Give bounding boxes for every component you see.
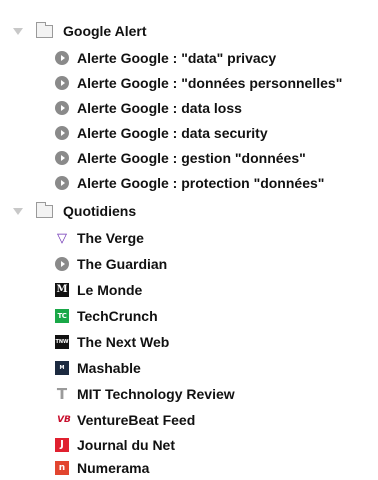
folder-label: Google Alert (63, 23, 147, 39)
journal-du-net-icon: J (55, 438, 69, 452)
feed-item[interactable]: M Mashable (55, 356, 141, 380)
feed-item[interactable]: T MIT Technology Review (55, 382, 235, 406)
feed-item[interactable]: Alerte Google : data security (55, 121, 268, 145)
feed-generic-icon (55, 126, 69, 140)
the-verge-icon: ▽ (57, 230, 67, 246)
folder-icon (36, 21, 53, 38)
feed-label: Alerte Google : "données personnelles" (77, 75, 343, 91)
feed-item[interactable]: The Guardian (55, 252, 167, 276)
feed-generic-icon (55, 257, 69, 271)
feed-item[interactable]: ▽ The Verge (55, 226, 144, 250)
expand-triangle-icon[interactable] (13, 27, 23, 35)
folder-quotidiens[interactable]: Quotidiens (0, 199, 136, 223)
feed-generic-icon (55, 151, 69, 165)
feed-item[interactable]: Alerte Google : "data" privacy (55, 46, 276, 70)
feed-generic-icon (55, 76, 69, 90)
feed-label: Alerte Google : "data" privacy (77, 50, 277, 66)
venturebeat-icon: VB (57, 414, 71, 425)
feed-item[interactable]: M Le Monde (55, 278, 142, 302)
the-next-web-icon: TNW (55, 335, 69, 349)
feed-item[interactable]: Alerte Google : protection "données" (55, 171, 324, 195)
feed-label: MIT Technology Review (77, 386, 235, 402)
feed-generic-icon (55, 101, 69, 115)
feed-item[interactable]: TNW The Next Web (55, 330, 169, 354)
feed-label: TechCrunch (77, 308, 158, 324)
feed-item[interactable]: n Numerama (55, 456, 149, 480)
feed-label: Alerte Google : data security (77, 125, 268, 141)
feed-label: Alerte Google : protection "données" (77, 175, 325, 191)
feed-label: The Verge (77, 230, 144, 246)
le-monde-icon: M (55, 283, 69, 297)
feed-label: Le Monde (77, 282, 143, 298)
expand-triangle-icon[interactable] (13, 207, 23, 215)
feed-label: Alerte Google : gestion "données" (77, 150, 306, 166)
folder-label: Quotidiens (63, 203, 137, 219)
feed-label: Journal du Net (77, 437, 176, 453)
feed-label: Numerama (77, 460, 150, 476)
feed-label: The Next Web (77, 334, 170, 350)
techcrunch-icon: TC (55, 309, 69, 323)
folder-google-alert[interactable]: Google Alert (0, 19, 147, 43)
mit-technology-review-icon: T (56, 384, 68, 403)
feed-item[interactable]: Alerte Google : data loss (55, 96, 242, 120)
feed-item[interactable]: Alerte Google : gestion "données" (55, 146, 306, 170)
feed-item[interactable]: J Journal du Net (55, 433, 175, 457)
numerama-icon: n (55, 461, 69, 475)
feed-generic-icon (55, 51, 69, 65)
feed-label: VentureBeat Feed (77, 412, 196, 428)
folder-icon (36, 201, 53, 218)
feed-item[interactable]: Alerte Google : "données personnelles" (55, 71, 342, 95)
feed-label: Alerte Google : data loss (77, 100, 242, 116)
feed-item[interactable]: VB VentureBeat Feed (55, 408, 195, 432)
feed-label: The Guardian (77, 256, 168, 272)
mashable-icon: M (55, 361, 69, 375)
feed-generic-icon (55, 176, 69, 190)
feed-label: Mashable (77, 360, 141, 376)
feed-item[interactable]: TC TechCrunch (55, 304, 158, 328)
